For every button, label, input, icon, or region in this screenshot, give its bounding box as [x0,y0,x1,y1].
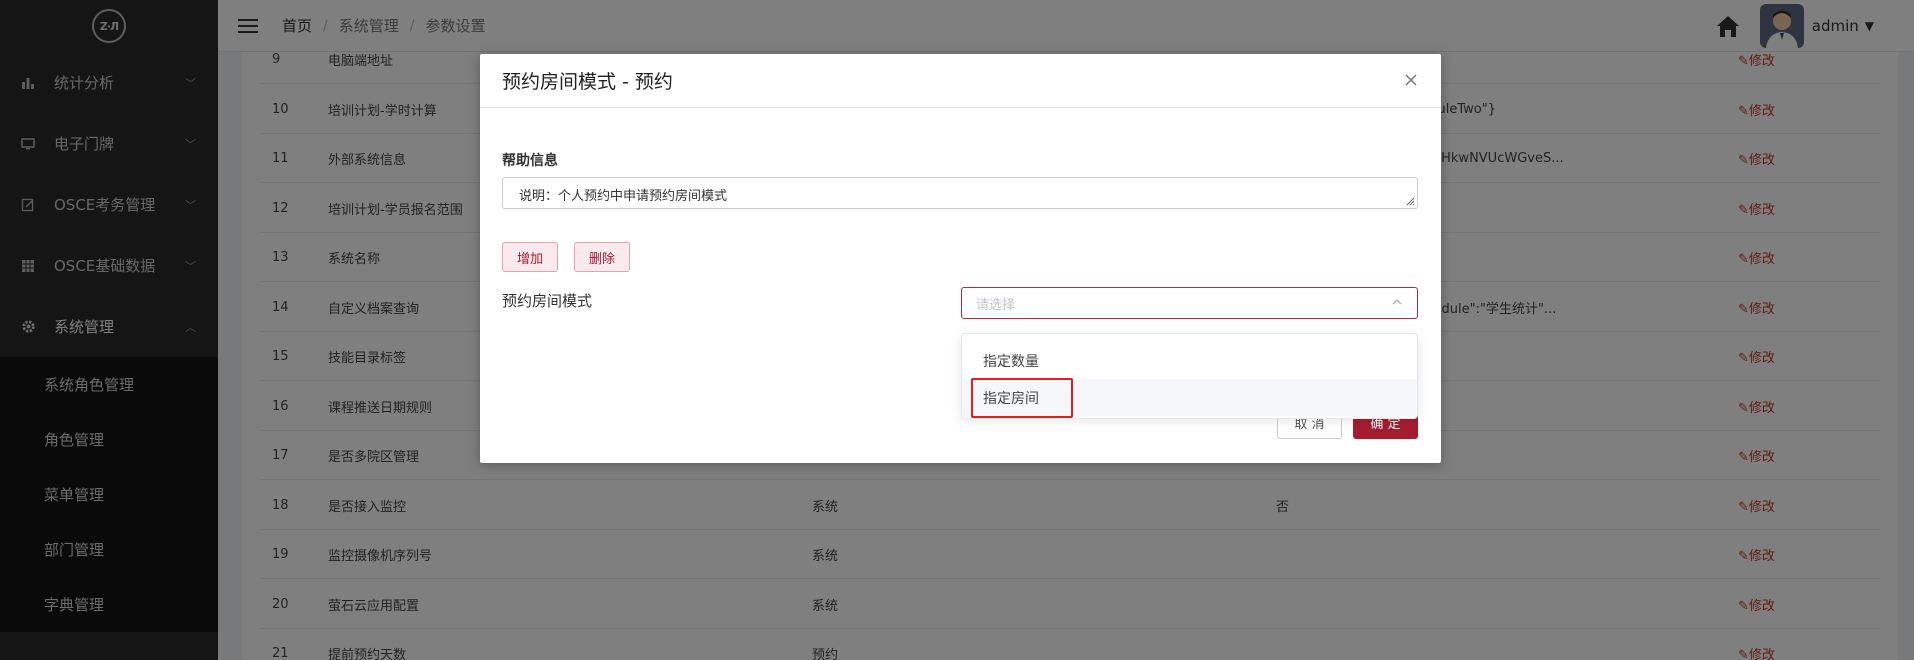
dialog-title: 预约房间模式 - 预约 [502,71,673,93]
close-icon[interactable] [1403,72,1419,88]
resize-grip-icon[interactable] [1405,196,1415,206]
select-dropdown: 指定数量 指定房间 [961,333,1418,419]
select-placeholder: 请选择 [976,297,1016,313]
help-text: 说明：个人预约中申请预约房间模式 [519,189,728,204]
delete-button[interactable]: 删除 [574,242,631,272]
help-label: 帮助信息 [502,153,558,169]
booking-mode-select[interactable]: 请选择 [961,287,1418,319]
option-specify-room[interactable]: 指定房间 [962,379,1417,416]
dialog-header: 预约房间模式 - 预约 [480,54,1441,108]
option-specify-count[interactable]: 指定数量 [962,342,1417,379]
chevron-up-icon [1392,299,1402,305]
booking-mode-label: 预约房间模式 [502,292,593,310]
help-textarea[interactable]: 说明：个人预约中申请预约房间模式 [502,177,1418,209]
add-button[interactable]: 增加 [502,242,559,272]
